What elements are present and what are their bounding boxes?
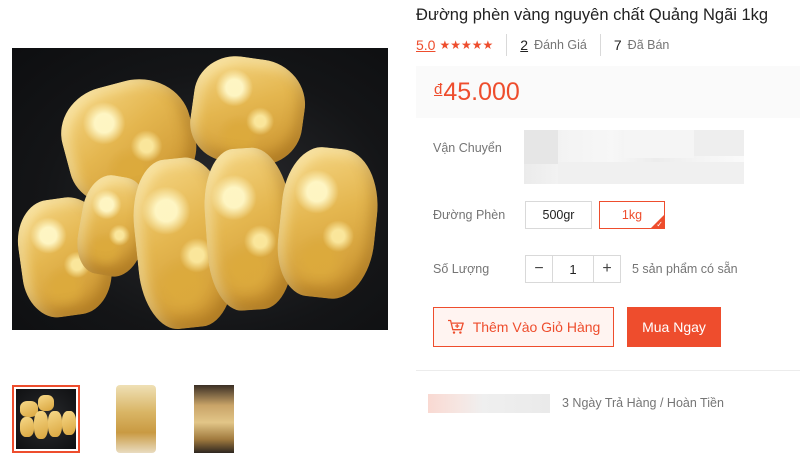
variant-option-label: 1kg <box>621 208 643 222</box>
review-count[interactable]: 2 <box>520 37 528 53</box>
quantity-label: Số Lượng <box>433 262 490 276</box>
divider <box>599 34 601 56</box>
variant-option-500gr[interactable]: 500gr <box>525 201 592 229</box>
add-to-cart-button[interactable]: Thêm Vào Giỏ Hàng <box>433 307 614 347</box>
cart-icon <box>447 319 464 334</box>
shipping-label: Vận Chuyển <box>433 141 502 155</box>
quantity-input[interactable]: 1 <box>553 255 593 283</box>
star-icons: ★★★★★ <box>439 38 494 52</box>
thumbnail-2[interactable] <box>92 385 160 453</box>
thumbnail-3[interactable] <box>172 385 240 453</box>
thumbnail-1[interactable] <box>12 385 80 453</box>
stock-info: 5 sản phẩm có sẵn <box>632 262 738 276</box>
sold-label: Đã Bán <box>627 38 670 52</box>
decrease-button[interactable]: − <box>525 255 553 283</box>
review-label: Đánh Giá <box>534 38 587 52</box>
guarantee-badge-blurred <box>428 394 550 413</box>
price-value: 45.000 <box>443 77 520 106</box>
guarantee-text[interactable]: 3 Ngày Trả Hàng / Hoàn Tiền <box>562 396 724 410</box>
buy-now-button[interactable]: Mua Ngay <box>627 307 721 347</box>
thumbnail-image <box>16 389 76 449</box>
main-product-image[interactable] <box>12 48 388 330</box>
sugar-crystal <box>272 143 384 303</box>
divider <box>506 34 508 56</box>
shipping-info-blurred <box>524 130 744 184</box>
checkmark-icon: ✓ <box>656 220 663 229</box>
add-to-cart-label: Thêm Vào Giỏ Hàng <box>472 319 601 335</box>
product-title: Đường phèn vàng nguyên chất Quảng Ngãi 1… <box>416 6 769 24</box>
rating-value[interactable]: 5.0 <box>416 37 435 53</box>
variant-option-1kg[interactable]: 1kg ✓ <box>599 201 665 229</box>
quantity-stepper: − 1 + <box>525 255 621 283</box>
thumbnail-image <box>194 385 234 453</box>
rating-row: 5.0 ★★★★★ 2 Đánh Giá 7 Đã Bán <box>416 34 670 56</box>
section-divider <box>416 370 800 371</box>
currency-symbol: đ <box>434 80 443 98</box>
increase-button[interactable]: + <box>593 255 621 283</box>
variant-label: Đường Phèn <box>433 208 506 222</box>
thumbnail-image <box>116 385 156 453</box>
sold-count: 7 <box>613 37 622 53</box>
price-box: đ 45.000 <box>416 66 800 118</box>
